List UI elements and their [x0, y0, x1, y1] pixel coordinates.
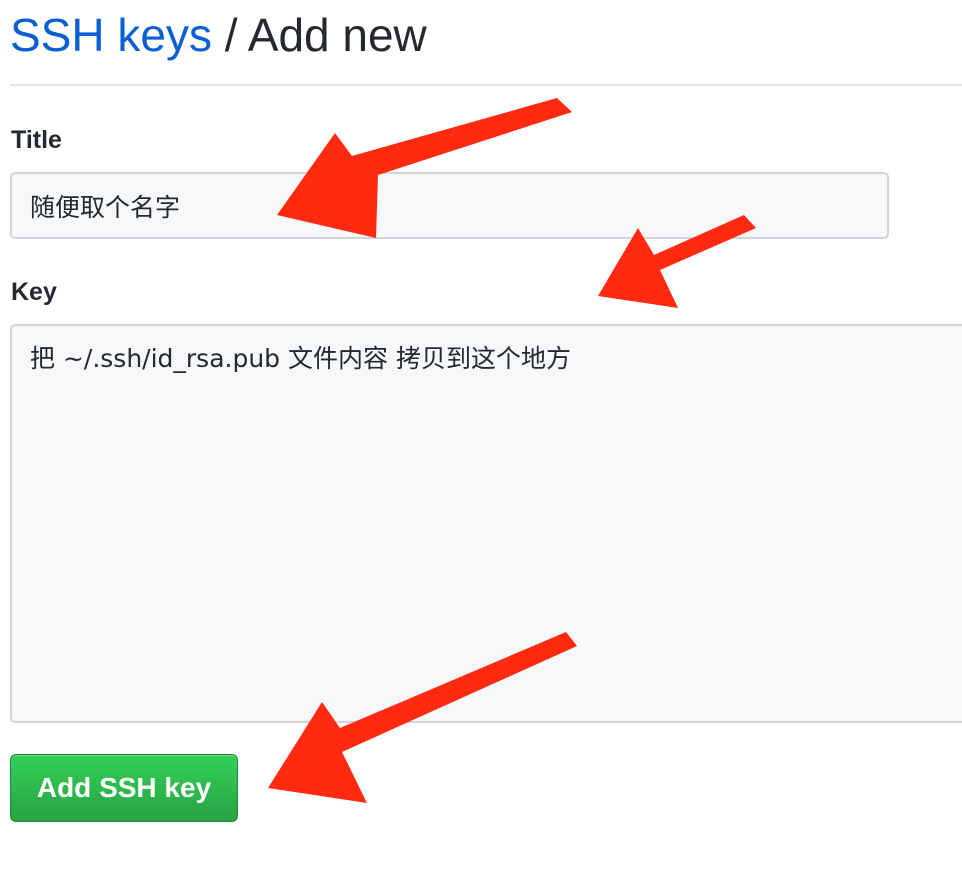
- key-textarea[interactable]: 把 ~/.ssh/id_rsa.pub 文件内容 拷贝到这个地方: [10, 324, 962, 723]
- header-divider: [10, 84, 962, 86]
- breadcrumb-separator: /: [224, 9, 238, 61]
- title-input[interactable]: [10, 172, 889, 239]
- title-label: Title: [11, 126, 62, 154]
- page-title: Add new: [247, 9, 427, 61]
- add-ssh-key-button[interactable]: Add SSH key: [10, 754, 238, 822]
- page-header: SSH keys / Add new: [10, 8, 427, 62]
- key-label: Key: [11, 278, 57, 306]
- breadcrumb-ssh-keys-link[interactable]: SSH keys: [10, 9, 212, 61]
